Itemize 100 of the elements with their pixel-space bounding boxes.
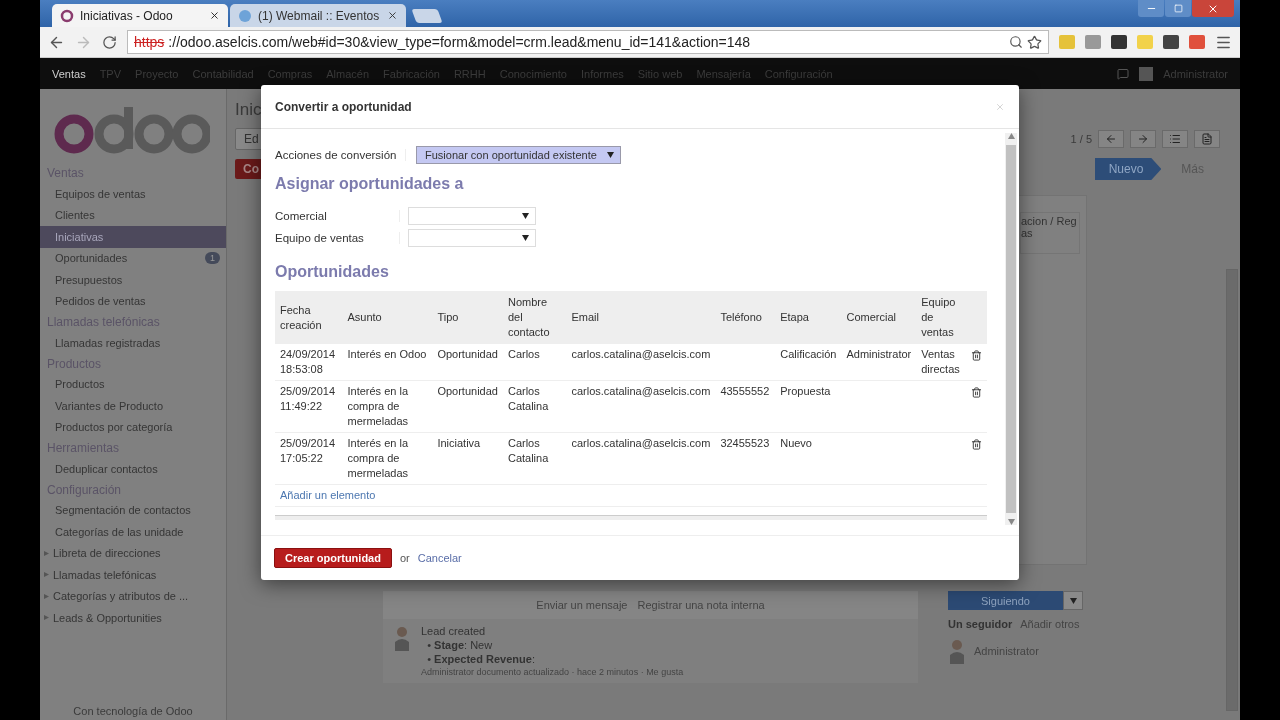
ring-icon bbox=[60, 8, 74, 23]
dialog-title: Convertir a oportunidad bbox=[275, 99, 412, 114]
section-heading: Oportunidades bbox=[275, 263, 390, 281]
expand-icon[interactable] bbox=[44, 572, 49, 578]
table-cell: 24/09/2014 18:53:08 bbox=[275, 344, 343, 381]
composer-link[interactable]: Enviar un mensaje bbox=[536, 599, 628, 611]
sidebar-item[interactable]: Categorías y atributos de ... bbox=[40, 585, 226, 607]
up-arrow-icon[interactable] bbox=[1007, 133, 1015, 139]
sidebar-item[interactable]: Iniciativas bbox=[40, 226, 226, 248]
section-heading: Asignar oportunidades a bbox=[275, 175, 465, 193]
list-icon[interactable] bbox=[1169, 133, 1181, 145]
document-icon[interactable] bbox=[1201, 133, 1213, 145]
table-cell: Interés en la compra de mermeladas bbox=[342, 380, 433, 433]
menu-item[interactable]: Ventas bbox=[52, 67, 86, 80]
table-cell: carlos.catalina@aselcis.com bbox=[566, 344, 716, 381]
dropdown-button[interactable] bbox=[1063, 591, 1083, 610]
field-label: Acciones de conversión bbox=[275, 149, 406, 161]
sidebar-item[interactable]: Productos por categoría bbox=[40, 416, 226, 438]
close-icon[interactable] bbox=[387, 10, 398, 21]
star-icon[interactable] bbox=[1027, 34, 1042, 50]
delete-icon[interactable] bbox=[971, 350, 982, 361]
footer-text: Con tecnología de Odoo bbox=[72, 705, 194, 719]
user-avatar bbox=[1139, 66, 1154, 81]
table-cell: Calificación bbox=[775, 344, 842, 381]
browser-tab[interactable]: (1) Webmail :: Eventos bbox=[230, 4, 406, 27]
new-tab-button[interactable] bbox=[411, 9, 443, 23]
form-view-button[interactable] bbox=[1194, 130, 1220, 148]
sidebar-item[interactable]: Productos bbox=[40, 373, 226, 395]
follow-button[interactable]: Siguiendo bbox=[948, 591, 1063, 610]
table-cell: 25/09/2014 11:49:22 bbox=[275, 380, 343, 433]
table-cell: Carlos bbox=[502, 344, 567, 381]
next-button[interactable] bbox=[1130, 130, 1156, 148]
caret-icon[interactable] bbox=[607, 152, 614, 158]
delete-icon[interactable] bbox=[971, 439, 982, 450]
dropdown-field[interactable] bbox=[408, 229, 536, 247]
sidebar-item[interactable]: Deduplicar contactos bbox=[40, 458, 226, 480]
caret-icon[interactable] bbox=[522, 235, 529, 241]
search-icon[interactable] bbox=[1009, 35, 1023, 49]
expand-icon[interactable] bbox=[44, 615, 49, 621]
sidebar-item[interactable]: Llamadas registradas bbox=[40, 332, 226, 354]
column-header: Equipo de ventas bbox=[916, 291, 966, 344]
sidebar-item[interactable]: Leads & Opportunities bbox=[40, 607, 226, 629]
table-cell: Interés en la compra de mermeladas bbox=[342, 432, 433, 485]
table-cell: Oportunidad bbox=[432, 344, 503, 381]
sidebar-item[interactable]: Categorías de las unidade bbox=[40, 521, 226, 543]
field-label: Comercial bbox=[275, 210, 400, 222]
composer-link[interactable]: Registrar una nota interna bbox=[637, 599, 765, 611]
chat-icon[interactable] bbox=[1117, 67, 1130, 80]
add-item-link[interactable]: Añadir un elemento bbox=[280, 489, 376, 501]
sidebar-item[interactable]: Clientes bbox=[40, 204, 226, 226]
down-arrow-icon[interactable] bbox=[1007, 519, 1015, 525]
address-field[interactable]: https ://odoo.aselcis.com/web#id=30&view_type=form&model=crm.lead&menu_id=141&action=148 bbox=[127, 30, 1049, 54]
table-cell: Carlos Catalina bbox=[502, 432, 567, 485]
expand-icon[interactable] bbox=[44, 593, 49, 599]
reload-icon[interactable] bbox=[102, 34, 117, 50]
extension-icon[interactable] bbox=[1111, 35, 1127, 49]
field-text: acion / Reg as bbox=[1020, 212, 1080, 254]
avatar bbox=[393, 625, 411, 651]
close-icon[interactable] bbox=[209, 10, 220, 21]
table-cell: carlos.catalina@aselcis.com bbox=[566, 380, 716, 433]
table-cell: Propuesta bbox=[775, 380, 842, 433]
globe-icon bbox=[238, 8, 252, 23]
column-header: Nombre del contacto bbox=[502, 291, 567, 344]
sidebar-item[interactable]: Pedidos de ventas bbox=[40, 290, 226, 312]
column-header: Tipo bbox=[432, 291, 503, 344]
table-cell: carlos.catalina@aselcis.com bbox=[566, 432, 716, 485]
right-arrow-icon[interactable] bbox=[1137, 133, 1149, 145]
sidebar-item[interactable]: Presupuestos bbox=[40, 269, 226, 291]
table-cell: Interés en Odoo bbox=[342, 344, 433, 381]
change-line: • Expected Revenue: bbox=[426, 653, 536, 665]
followers-count: Un seguidor bbox=[948, 618, 1013, 630]
list-view-button[interactable] bbox=[1162, 130, 1188, 148]
extension-icon[interactable] bbox=[1163, 35, 1179, 49]
expand-icon[interactable] bbox=[44, 550, 49, 556]
table-cell: Nuevo bbox=[775, 432, 842, 485]
cancel-link[interactable]: Cancelar bbox=[417, 552, 462, 564]
scrollbar[interactable] bbox=[1005, 133, 1017, 525]
table-cell: Carlos Catalina bbox=[502, 380, 567, 433]
sidebar-item[interactable]: Oportunidades 1 bbox=[40, 247, 226, 269]
create-button[interactable]: Crear oportunidad bbox=[274, 548, 392, 568]
sidebar-item[interactable]: Libreta de direcciones bbox=[40, 542, 226, 564]
table-cell: 43555552 bbox=[715, 380, 776, 433]
conversion-select[interactable]: Fusionar con oportunidad existente bbox=[416, 146, 621, 164]
left-arrow-icon[interactable] bbox=[1105, 133, 1117, 145]
table-cell: Iniciativa bbox=[432, 432, 503, 485]
maximize-button[interactable] bbox=[1165, 0, 1191, 17]
maximize-icon[interactable] bbox=[1173, 4, 1183, 13]
stage-button[interactable]: Nuevo bbox=[1094, 158, 1162, 180]
caret-icon[interactable] bbox=[522, 213, 529, 219]
browser-tab[interactable]: Iniciativas - Odoo bbox=[52, 4, 228, 27]
delete-icon[interactable] bbox=[971, 387, 982, 398]
column-header: Teléfono bbox=[715, 291, 776, 344]
sidebar-item[interactable]: Segmentación de contactos bbox=[40, 499, 226, 521]
previous-button[interactable] bbox=[1098, 130, 1124, 148]
dropdown-field[interactable] bbox=[408, 207, 536, 225]
table-cell: Oportunidad bbox=[432, 380, 503, 433]
sidebar-item[interactable]: Equipos de ventas bbox=[40, 183, 226, 205]
sidebar-item[interactable]: Llamadas telefónicas bbox=[40, 564, 226, 586]
sidebar-item[interactable]: Variantes de Producto bbox=[40, 395, 226, 417]
count-badge: 1 bbox=[205, 252, 220, 265]
